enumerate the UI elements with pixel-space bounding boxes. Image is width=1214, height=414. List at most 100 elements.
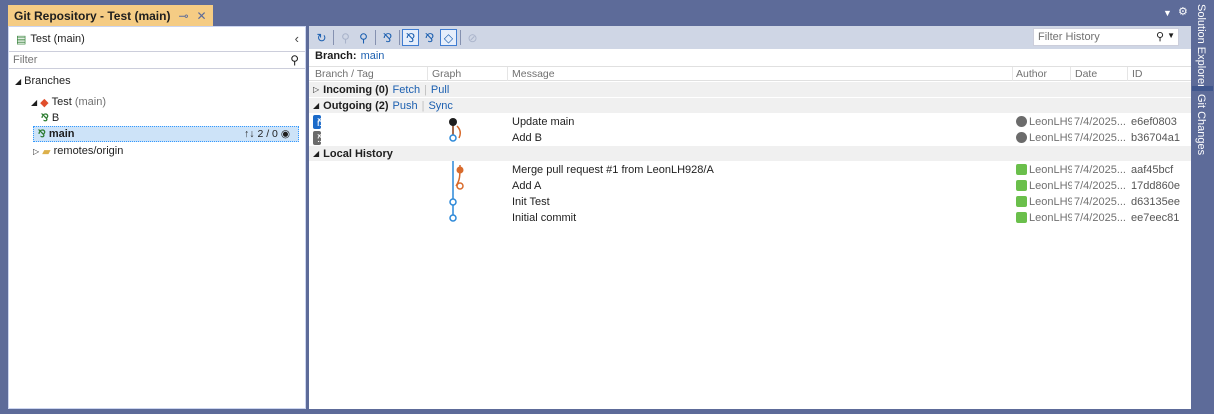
column-divider[interactable] [507,67,508,81]
solution-explorer-tab[interactable]: Solution Explorer [1195,4,1207,88]
show-first-parent-icon[interactable]: ⅋ [402,29,419,46]
commit-id: 17dd860e [1131,180,1180,192]
col-branch-tag[interactable]: Branch / Tag [315,68,374,80]
commit-date: 7/4/2025... [1074,132,1126,144]
col-id[interactable]: ID [1132,68,1143,80]
expand-triangle-icon[interactable]: ◢ [313,101,319,110]
commit-date: 7/4/2025... [1074,212,1126,224]
branch-filter: ⚲ [9,51,305,69]
filter-history-box[interactable]: Filter History ⚲ ▼ [1033,28,1179,46]
repo-node[interactable]: ◢ ◆ Test (main) [31,94,106,110]
branches-group[interactable]: ◢ Branches [15,73,71,89]
tag-label: ... [317,133,326,145]
col-graph[interactable]: Graph [432,68,461,80]
branch-icon: ⅋ [41,112,49,124]
commit-message: Init Test [512,196,550,208]
col-message[interactable]: Message [512,68,555,80]
branch-graph-icon[interactable]: ⅋ [379,29,396,46]
commit-row[interactable]: Merge pull request #1 from LeonLH928/A L… [309,162,1191,178]
column-divider[interactable] [427,67,428,81]
commit-date: 7/4/2025... [1074,164,1126,176]
branch-icon: ⅋ [38,128,46,140]
close-icon[interactable]: ✕ [197,9,207,23]
toolbar-separator [399,30,400,45]
compare-icon[interactable]: ⚲ [337,29,354,46]
sync-link[interactable]: Sync [428,100,452,112]
refresh-icon[interactable]: ↻ [313,29,330,46]
git-changes-tab[interactable]: Git Changes [1195,94,1207,155]
incoming-group[interactable]: ▷ Incoming (0) Fetch | Pull [309,82,1191,97]
avatar [1016,180,1027,191]
commit-row[interactable]: ⅋main Update main LeonLH928 7/4/2025... … [309,114,1191,130]
expand-triangle-icon[interactable]: ◢ [15,77,21,86]
branch-label: Branch: [315,50,357,62]
branch-item-main[interactable]: ⅋ main ↑↓ 2 / 0 ◉ [33,126,299,142]
avatar [1016,132,1027,143]
tracking-counts: ↑↓ 2 / 0 [244,128,278,140]
column-divider[interactable] [1012,67,1013,81]
chevron-down-icon[interactable]: ▼ [1163,8,1172,18]
pull-link[interactable]: Pull [431,84,449,96]
toolbar-separator [375,30,376,45]
eye-icon[interactable]: ◉ [281,128,290,140]
commit-date: 7/4/2025... [1074,116,1126,128]
commit-row[interactable]: Add A LeonLH928 7/4/2025... 17dd860e [309,178,1191,194]
collapse-triangle-icon[interactable]: ▷ [33,147,39,156]
tracking-status: ↑↓ 2 / 0 ◉ [244,128,290,140]
avatar [1016,164,1027,175]
commit-id: ee7eec81 [1131,212,1180,224]
author-name: LeonLH928 [1029,196,1072,208]
show-remote-branches-icon[interactable]: ⅋ [421,29,438,46]
column-divider[interactable] [1070,67,1071,81]
hide-icon[interactable]: ⊘ [464,29,481,46]
commit-message: Merge pull request #1 from LeonLH928/A [512,164,714,176]
commit-author: LeonLH928 [1016,212,1072,224]
commit-author: LeonLH928 [1016,196,1072,208]
col-date[interactable]: Date [1075,68,1097,80]
commit-row[interactable]: Initial commit LeonLH928 7/4/2025... ee7… [309,210,1191,226]
search-icon[interactable]: ⚲ [290,53,299,67]
expand-triangle-icon[interactable]: ◢ [31,98,37,107]
outgoing-group[interactable]: ◢ Outgoing (2) Push | Sync [309,98,1191,113]
avatar [1016,116,1027,127]
remotes-node[interactable]: ▷ ▰ remotes/origin [33,143,123,159]
commit-row[interactable]: Init Test LeonLH928 7/4/2025... d63135ee [309,194,1191,210]
gear-icon[interactable]: ⚙ [1178,5,1188,18]
commit-message: Update main [512,116,575,128]
collapse-panel-icon[interactable]: ‹ [295,31,299,46]
push-link[interactable]: Push [393,100,418,112]
branch-tag-chip[interactable]: ⅋... [313,131,326,145]
search-commit-icon[interactable]: ⚲ [355,29,372,46]
repo-node-branch: (main) [74,96,106,108]
expand-triangle-icon[interactable]: ◢ [313,149,319,158]
commit-row[interactable]: ⅋... Add B LeonLH928 7/4/2025... b36704a… [309,130,1191,146]
branch-tag-chip[interactable]: ⅋ main [313,115,340,129]
author-name: LeonLH928 [1029,116,1072,128]
commit-id: e6ef0803 [1131,116,1177,128]
document-tab-bar: Git Repository - Test (main) ⊸ ✕ ▼ ⚙ [0,0,1191,26]
history-column-headers: Branch / Tag Graph Message Author Date I… [309,66,1191,81]
author-name: LeonLH928 [1029,180,1072,192]
branches-header: Branches [24,75,71,87]
column-divider[interactable] [1127,67,1128,81]
commit-author: LeonLH928 [1016,180,1072,192]
chevron-down-icon[interactable]: ▼ [1167,31,1175,40]
branch-value[interactable]: main [361,50,385,62]
side-separator [1192,86,1213,91]
branch-tree: ◢ Branches ◢ ◆ Test (main) ⅋ B ⅋ main ↑↓… [9,69,305,399]
link-separator: | [421,99,425,112]
pin-icon[interactable]: ⊸ [178,9,188,23]
git-repository-tab[interactable]: Git Repository - Test (main) ⊸ ✕ [8,5,213,26]
col-author[interactable]: Author [1016,68,1047,80]
local-history-group[interactable]: ◢ Local History [309,146,1191,161]
filter-history-placeholder[interactable]: Filter History [1038,31,1100,43]
repository-icon: ▤ [16,33,27,46]
show-tags-icon[interactable]: ◇ [440,29,457,46]
commit-date: 7/4/2025... [1074,180,1126,192]
branch-filter-input[interactable] [13,54,273,66]
search-icon[interactable]: ⚲ [1156,30,1164,43]
commit-id: aaf45bcf [1131,164,1174,176]
fetch-link[interactable]: Fetch [393,84,421,96]
collapse-triangle-icon[interactable]: ▷ [313,85,319,94]
branch-item-b[interactable]: ⅋ B [41,110,59,126]
